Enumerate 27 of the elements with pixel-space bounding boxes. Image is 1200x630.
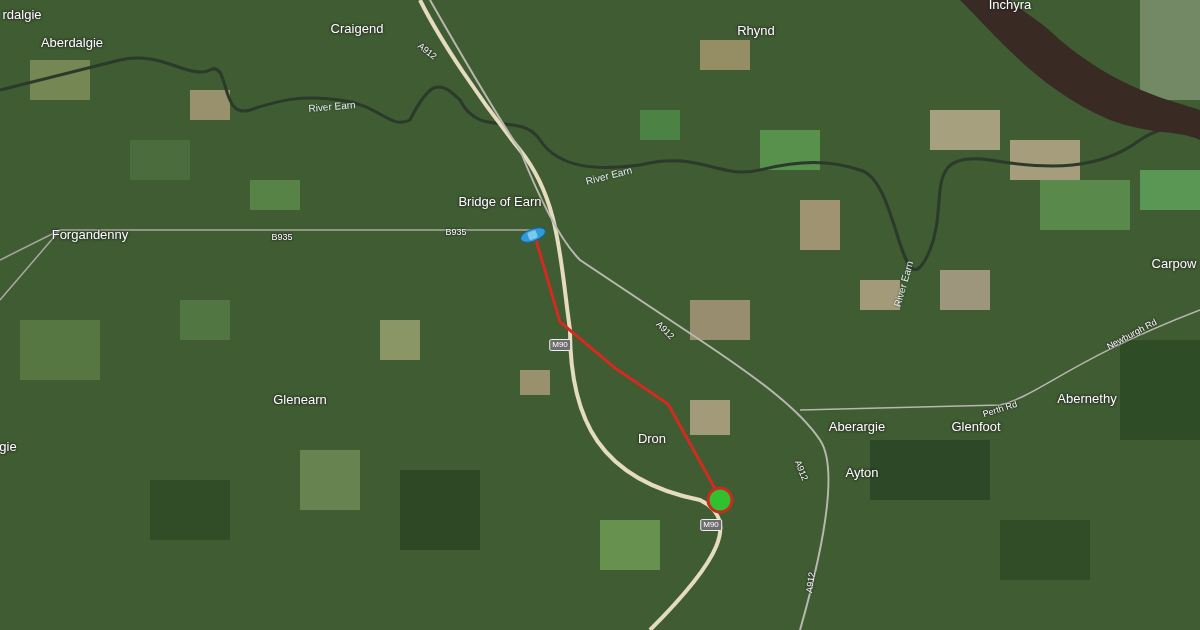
river-label: River Earn bbox=[308, 99, 356, 115]
road-number: M90 bbox=[700, 519, 722, 531]
place-label: Carpow bbox=[1151, 257, 1197, 270]
place-label: Glenfoot bbox=[951, 420, 1001, 433]
road-label: A912 bbox=[792, 459, 810, 482]
destination-marker bbox=[706, 486, 734, 514]
river-label: River Earn bbox=[892, 259, 916, 309]
place-label: Rhynd bbox=[737, 24, 775, 37]
road-label: B935 bbox=[445, 228, 467, 237]
road-number: M90 bbox=[549, 339, 571, 351]
road-label: Perth Rd bbox=[981, 399, 1019, 420]
road-label: A912 bbox=[805, 571, 817, 594]
river-label: River Earn bbox=[584, 165, 634, 187]
place-label: Craigend bbox=[330, 22, 384, 35]
place-label: Forgandenny bbox=[51, 228, 129, 241]
car-icon bbox=[520, 227, 546, 243]
place-label: Aberargie bbox=[828, 420, 886, 433]
place-label: Abernethy bbox=[1057, 392, 1117, 405]
place-label: Inchyra bbox=[988, 0, 1032, 11]
place-label: Glenearn bbox=[273, 393, 327, 406]
place-label: Bridge of Earn bbox=[458, 195, 542, 208]
road-label: B935 bbox=[271, 233, 293, 242]
place-label: Aberdalgie bbox=[40, 36, 104, 49]
place-label: Dron bbox=[637, 432, 667, 445]
place-label: gie bbox=[0, 440, 17, 453]
place-label: rdalgie bbox=[2, 8, 42, 21]
place-label: Ayton bbox=[845, 466, 879, 479]
